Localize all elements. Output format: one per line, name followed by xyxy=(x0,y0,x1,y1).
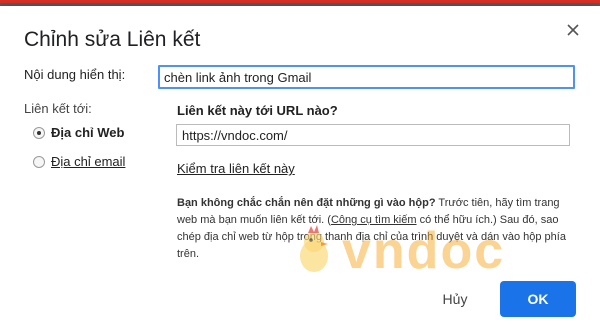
cancel-button[interactable]: Hủy xyxy=(423,281,487,317)
help-lead: Bạn không chắc chắn nên đặt những gì vào… xyxy=(177,197,436,209)
radio-button-email[interactable] xyxy=(33,155,45,168)
url-question-label: Liên kết này tới URL nào? xyxy=(177,103,338,118)
radio-web-label: Địa chỉ Web xyxy=(51,125,125,140)
link-to-label: Liên kết tới: xyxy=(24,101,92,116)
top-accent-bar xyxy=(0,0,600,3)
help-text: Bạn không chắc chắn nên đặt những gì vào… xyxy=(177,195,572,263)
radio-button-web[interactable] xyxy=(33,126,45,139)
url-input[interactable] xyxy=(176,124,570,146)
display-text-input[interactable] xyxy=(158,65,575,89)
test-link[interactable]: Kiểm tra liên kết này xyxy=(177,161,295,176)
radio-email-label: Địa chỉ email xyxy=(51,154,126,169)
search-tool-link[interactable]: Công cụ tìm kiếm xyxy=(331,214,417,226)
ok-button[interactable]: OK xyxy=(500,281,576,317)
radio-web-address[interactable]: Địa chỉ Web xyxy=(33,125,124,140)
radio-email-address[interactable]: Địa chỉ email xyxy=(33,154,125,169)
close-button[interactable] xyxy=(564,21,582,39)
dialog-title: Chỉnh sửa Liên kết xyxy=(24,28,201,51)
close-icon xyxy=(567,24,579,36)
edit-link-dialog: Chỉnh sửa Liên kết Nội dung hiển thị: Li… xyxy=(0,6,600,332)
display-text-label: Nội dung hiển thị: xyxy=(24,67,126,82)
